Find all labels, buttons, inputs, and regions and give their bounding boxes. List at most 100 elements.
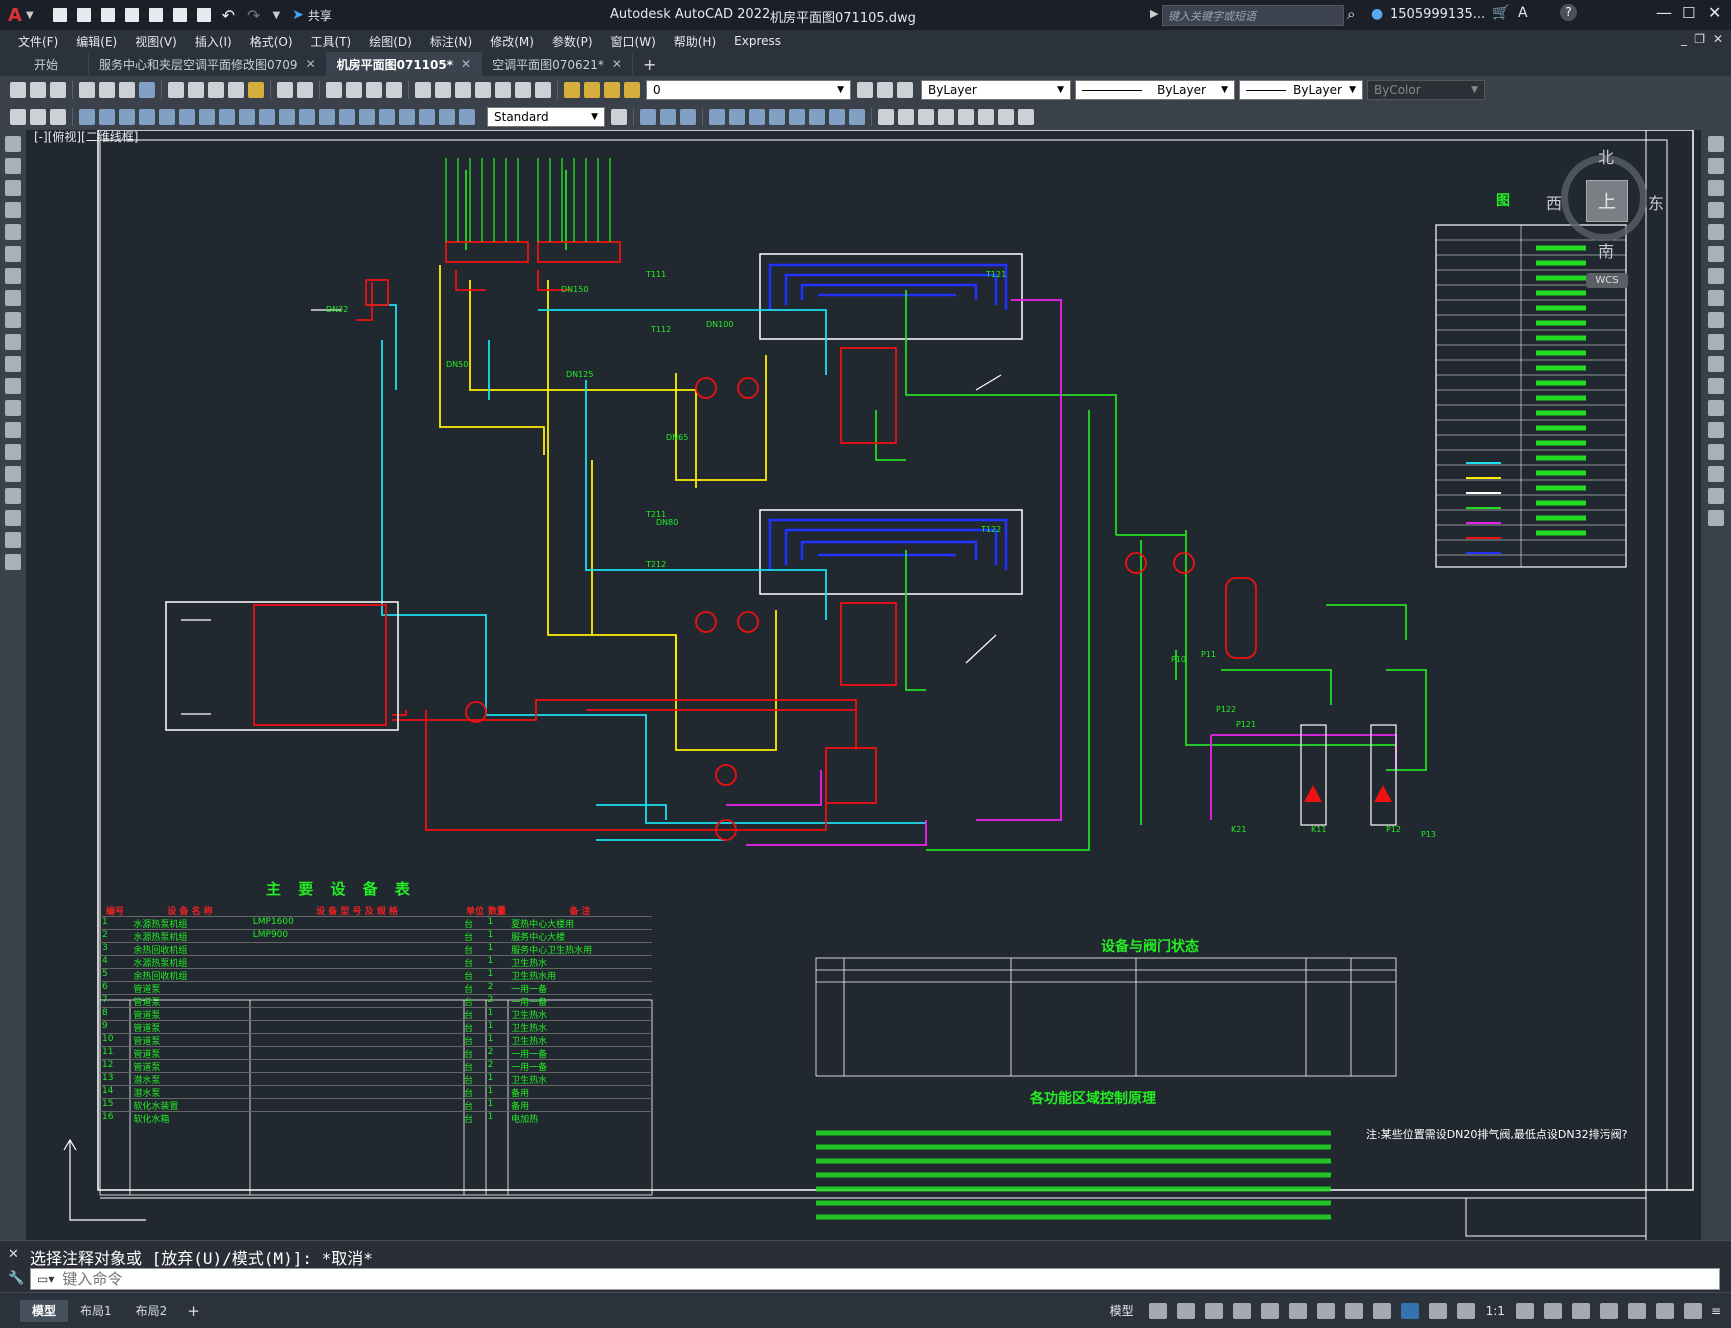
menu-item[interactable]: 参数(P) bbox=[552, 33, 593, 50]
linetype-dropdown[interactable]: ByLayer ▼ bbox=[1075, 80, 1235, 100]
wcs-button[interactable]: WCS bbox=[1586, 273, 1628, 288]
extend-modify-icon[interactable] bbox=[1708, 356, 1724, 372]
settings-gear-icon[interactable] bbox=[1515, 1302, 1534, 1319]
aligned-dimension-icon[interactable] bbox=[99, 109, 115, 125]
match-properties-icon[interactable] bbox=[228, 82, 244, 98]
dimension-update-icon[interactable] bbox=[459, 109, 475, 125]
grid-icon[interactable] bbox=[1148, 1302, 1167, 1319]
annotation-scale-icon[interactable] bbox=[1456, 1302, 1475, 1319]
command-input[interactable] bbox=[60, 1269, 1719, 1289]
search-expand-icon[interactable]: ▶ bbox=[1150, 7, 1158, 20]
tolerance-icon[interactable] bbox=[339, 109, 355, 125]
layer-dropdown[interactable]: 0 ▼ bbox=[646, 80, 851, 100]
model-space-button[interactable]: 模型 bbox=[1110, 1302, 1134, 1319]
menu-item[interactable]: 工具(T) bbox=[311, 33, 352, 50]
tool-palettes-icon[interactable] bbox=[455, 82, 471, 98]
quick-dimension-icon[interactable] bbox=[239, 109, 255, 125]
clean-screen-icon[interactable] bbox=[1683, 1302, 1702, 1319]
break-icon[interactable] bbox=[829, 109, 845, 125]
object-snap-tracking-icon[interactable] bbox=[1288, 1302, 1307, 1319]
break-at-point-icon[interactable] bbox=[1708, 378, 1724, 394]
layer-state-icon[interactable] bbox=[897, 82, 913, 98]
print-preview-icon[interactable] bbox=[99, 82, 115, 98]
fillet-modify-icon[interactable] bbox=[1708, 466, 1724, 482]
compass-east[interactable]: 东 bbox=[1648, 190, 1664, 214]
cart-icon[interactable]: 🛒 bbox=[1492, 5, 1509, 21]
save-web-icon[interactable] bbox=[172, 8, 187, 22]
layer-on-icon[interactable] bbox=[584, 82, 600, 98]
customization-menu-icon[interactable]: ≡ bbox=[1711, 1304, 1721, 1318]
zoom-window-icon[interactable] bbox=[366, 82, 382, 98]
doc-close-button[interactable]: ✕ bbox=[1713, 32, 1723, 46]
hatch-back-icon[interactable] bbox=[1018, 109, 1034, 125]
workspace-icon[interactable] bbox=[10, 109, 26, 125]
quickcalc-icon[interactable] bbox=[515, 82, 531, 98]
trim-modify-icon[interactable] bbox=[1708, 334, 1724, 350]
layout-tab[interactable]: 模型 bbox=[20, 1299, 69, 1322]
save-icon[interactable] bbox=[100, 8, 115, 22]
jogged-linear-icon[interactable] bbox=[399, 109, 415, 125]
print-icon[interactable] bbox=[79, 82, 95, 98]
zoom-realtime-icon[interactable] bbox=[346, 82, 362, 98]
copy-object-icon[interactable] bbox=[640, 109, 656, 125]
lineweight-dropdown[interactable]: ByLayer ▼ bbox=[1239, 80, 1363, 100]
arc-length-icon[interactable] bbox=[119, 109, 135, 125]
plotstyle-dropdown[interactable]: ByColor ▼ bbox=[1367, 80, 1485, 100]
construction-line-icon[interactable] bbox=[5, 158, 21, 174]
mirror-modify-icon[interactable] bbox=[1708, 180, 1724, 196]
menu-item[interactable]: 格式(O) bbox=[250, 33, 293, 50]
point-icon[interactable] bbox=[5, 422, 21, 438]
user-name[interactable]: 1505999135... bbox=[1390, 7, 1485, 22]
graphics-performance-icon[interactable] bbox=[1655, 1302, 1674, 1319]
close-tab-icon[interactable]: ✕ bbox=[612, 57, 622, 71]
menu-item[interactable]: 帮助(H) bbox=[674, 33, 716, 50]
chamfer-modify-icon[interactable] bbox=[1708, 444, 1724, 460]
join-modify-icon[interactable] bbox=[1708, 422, 1724, 438]
drawing-canvas[interactable]: [-][俯视][二维线框] 主 要 设 备 表 设备与阀门状态 各功能区域控制原… bbox=[26, 130, 1701, 1240]
rotate-icon[interactable] bbox=[729, 109, 745, 125]
redo-icon[interactable]: ↷ bbox=[247, 6, 260, 25]
move-icon[interactable] bbox=[709, 109, 725, 125]
array-icon[interactable] bbox=[1708, 224, 1724, 240]
snap-icon[interactable] bbox=[1176, 1302, 1195, 1319]
dimension-text-edit-icon[interactable] bbox=[439, 109, 455, 125]
layout-tab[interactable]: 布局1 bbox=[68, 1300, 124, 1322]
arc-icon[interactable] bbox=[5, 246, 21, 262]
auto-scale-icon[interactable] bbox=[1428, 1302, 1447, 1319]
add-selected-icon[interactable] bbox=[5, 554, 21, 570]
explode-modify-icon[interactable] bbox=[1708, 510, 1724, 526]
share-button[interactable]: 共享 bbox=[308, 7, 332, 24]
file-tab[interactable]: 服务中心和夹层空调平面修改图0709 ✕ bbox=[89, 52, 327, 76]
menu-item[interactable]: 视图(V) bbox=[135, 33, 177, 50]
mirror-icon[interactable] bbox=[660, 109, 676, 125]
menu-item[interactable]: 窗口(W) bbox=[611, 33, 656, 50]
scale-icon[interactable] bbox=[749, 109, 765, 125]
revision-cloud-icon[interactable] bbox=[5, 290, 21, 306]
gradient-icon[interactable] bbox=[5, 466, 21, 482]
share-icon[interactable]: ➤ bbox=[292, 7, 304, 23]
compass-south[interactable]: 南 bbox=[1598, 238, 1614, 262]
compass-west[interactable]: 西 bbox=[1546, 190, 1562, 214]
diameter-dimension-icon[interactable] bbox=[199, 109, 215, 125]
open-web-icon[interactable] bbox=[148, 8, 163, 22]
object-snap-icon[interactable] bbox=[1316, 1302, 1335, 1319]
region-icon[interactable] bbox=[5, 488, 21, 504]
polyline-icon[interactable] bbox=[5, 180, 21, 196]
continue-dimension-icon[interactable] bbox=[279, 109, 295, 125]
command-customize-icon[interactable]: 🔧 bbox=[8, 1271, 24, 1286]
quick-properties-icon[interactable] bbox=[1599, 1302, 1618, 1319]
insert-block-icon[interactable] bbox=[5, 378, 21, 394]
dimension-edit-icon[interactable] bbox=[419, 109, 435, 125]
design-center-icon[interactable] bbox=[435, 82, 451, 98]
send-back-icon[interactable] bbox=[978, 109, 994, 125]
chamfer-icon[interactable] bbox=[878, 109, 894, 125]
workspace-save-icon[interactable] bbox=[30, 109, 46, 125]
menu-item[interactable]: 文件(F) bbox=[18, 33, 58, 50]
jogged-dimension-icon[interactable] bbox=[179, 109, 195, 125]
linear-dimension-icon[interactable] bbox=[79, 109, 95, 125]
open-file-icon[interactable] bbox=[76, 8, 91, 22]
properties-icon[interactable] bbox=[415, 82, 431, 98]
copy-icon[interactable] bbox=[188, 82, 204, 98]
command-input-box[interactable]: ▭▾ bbox=[30, 1268, 1720, 1290]
3d-print-icon[interactable] bbox=[139, 82, 155, 98]
